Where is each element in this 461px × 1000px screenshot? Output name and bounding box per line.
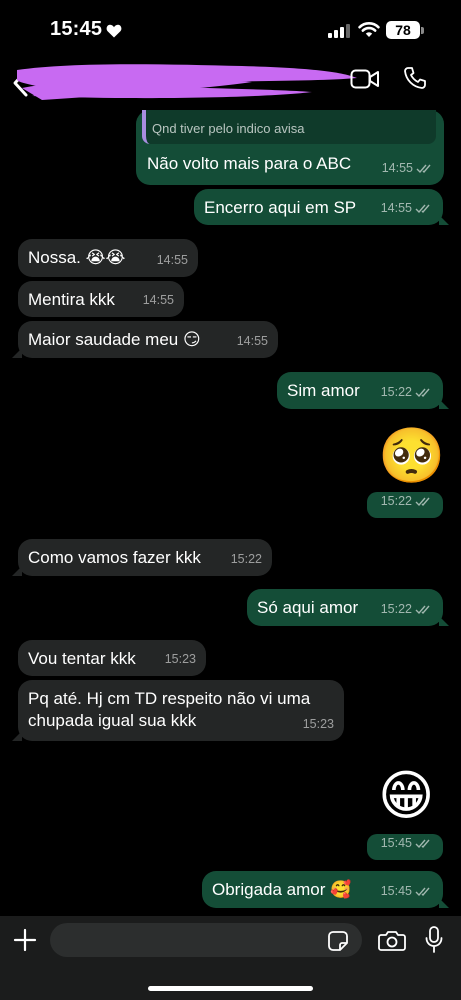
message-bubble-incoming[interactable]: Maior saudade meu 😏 14:55 xyxy=(12,321,278,358)
message-meta: 15:22 xyxy=(381,490,433,512)
message-text: Nossa. 😭😭 xyxy=(28,248,126,267)
message-bubble-outgoing[interactable]: Sim amor 15:22 xyxy=(277,372,449,409)
read-ticks-icon xyxy=(415,605,430,614)
message-bubble-outgoing[interactable]: Obrigada amor 🥰 15:45 xyxy=(202,871,449,908)
camera-icon[interactable] xyxy=(378,929,406,951)
message-list[interactable]: Qnd tiver pelo indico avisa Não volto ma… xyxy=(0,110,461,916)
emoji-message[interactable]: 🥺 xyxy=(378,426,445,486)
message-text: Só aqui amor xyxy=(257,598,359,617)
sticker-icon[interactable] xyxy=(327,930,349,952)
message-time: 14:55 xyxy=(142,293,174,307)
message-time: 15:22 xyxy=(380,385,412,399)
read-ticks-icon xyxy=(415,388,430,397)
message-meta: 14:55 xyxy=(381,197,433,219)
status-time: 15:45 xyxy=(50,18,103,40)
message-bubble-outgoing[interactable]: Qnd tiver pelo indico avisa Não volto ma… xyxy=(136,110,444,185)
message-meta: 14:55 xyxy=(143,289,174,311)
message-input[interactable] xyxy=(50,923,362,957)
message-text: Mentira kkk xyxy=(28,290,115,309)
message-meta: 14:55 xyxy=(237,330,268,352)
message-time: 15:23 xyxy=(164,652,196,666)
message-text: Não volto mais para o ABC xyxy=(147,154,352,173)
battery-indicator: 78 xyxy=(386,21,420,39)
message-time: 14:55 xyxy=(236,334,268,348)
phone-call-icon[interactable] xyxy=(403,66,427,90)
heart-icon xyxy=(106,24,122,38)
message-bubble-incoming[interactable]: Vou tentar kkk 15:23 xyxy=(18,640,206,676)
home-indicator xyxy=(148,986,313,991)
quoted-reply[interactable]: Qnd tiver pelo indico avisa xyxy=(142,110,436,144)
read-ticks-icon xyxy=(415,204,430,213)
message-time-chip: 15:22 xyxy=(367,492,443,518)
message-meta: 15:45 xyxy=(381,832,433,854)
read-ticks-icon xyxy=(415,887,430,896)
signal-icon xyxy=(328,24,350,38)
message-meta: 15:23 xyxy=(165,648,196,670)
message-time: 14:55 xyxy=(156,253,188,267)
message-bubble-outgoing[interactable]: Encerro aqui em SP 14:55 xyxy=(194,189,449,225)
message-time-chip: 15:45 xyxy=(367,834,443,860)
message-text: Encerro aqui em SP xyxy=(204,198,357,217)
quoted-text: Qnd tiver pelo indico avisa xyxy=(152,121,305,136)
message-time: 14:55 xyxy=(380,201,412,215)
contact-name-redaction[interactable] xyxy=(12,58,372,106)
read-ticks-icon xyxy=(415,497,430,506)
message-text-line: chupada igual sua kkk xyxy=(28,711,197,730)
message-time: 15:23 xyxy=(302,717,334,731)
message-text: Sim amor xyxy=(287,381,360,400)
message-text: Maior saudade meu 😏 xyxy=(28,330,201,349)
message-meta: 15:22 xyxy=(381,598,433,620)
message-bubble-outgoing[interactable]: Só aqui amor 15:22 xyxy=(247,589,449,626)
message-time: 15:45 xyxy=(380,884,412,898)
read-ticks-icon xyxy=(415,839,430,848)
wifi-icon xyxy=(358,22,380,37)
plus-icon[interactable] xyxy=(13,928,37,952)
message-meta: 14:55 xyxy=(382,157,434,179)
message-time: 14:55 xyxy=(381,161,413,175)
message-time: 15:22 xyxy=(380,494,412,508)
chat-header xyxy=(0,58,461,110)
microphone-icon[interactable] xyxy=(425,926,443,954)
message-meta: 15:45 xyxy=(381,880,433,902)
message-meta: 15:22 xyxy=(231,548,262,570)
battery-cap xyxy=(421,27,424,34)
message-time: 15:45 xyxy=(380,836,412,850)
emoji-message[interactable]: 😁 xyxy=(378,766,434,826)
message-time: 15:22 xyxy=(230,552,262,566)
message-text-line: Pq até. Hj cm TD respeito não vi uma xyxy=(28,689,311,708)
message-bubble-incoming[interactable]: Mentira kkk 14:55 xyxy=(18,281,184,317)
status-bar: 15:45 78 xyxy=(0,0,461,58)
message-bubble-incoming[interactable]: Nossa. 😭😭 14:55 xyxy=(18,239,198,277)
message-bubble-incoming[interactable]: Pq até. Hj cm TD respeito não vi uma chu… xyxy=(12,680,344,741)
video-call-icon[interactable] xyxy=(350,68,380,90)
message-text: Vou tentar kkk xyxy=(28,649,136,668)
message-meta: 15:23 xyxy=(303,713,334,735)
message-meta: 14:55 xyxy=(157,249,188,271)
message-time: 15:22 xyxy=(380,602,412,616)
message-text: Obrigada amor 🥰 xyxy=(212,880,352,899)
message-meta: 15:22 xyxy=(381,381,433,403)
message-text: Como vamos fazer kkk xyxy=(28,548,201,567)
read-ticks-icon xyxy=(416,164,431,173)
composer-bar xyxy=(0,916,461,1000)
message-bubble-incoming[interactable]: Como vamos fazer kkk 15:22 xyxy=(12,539,272,576)
